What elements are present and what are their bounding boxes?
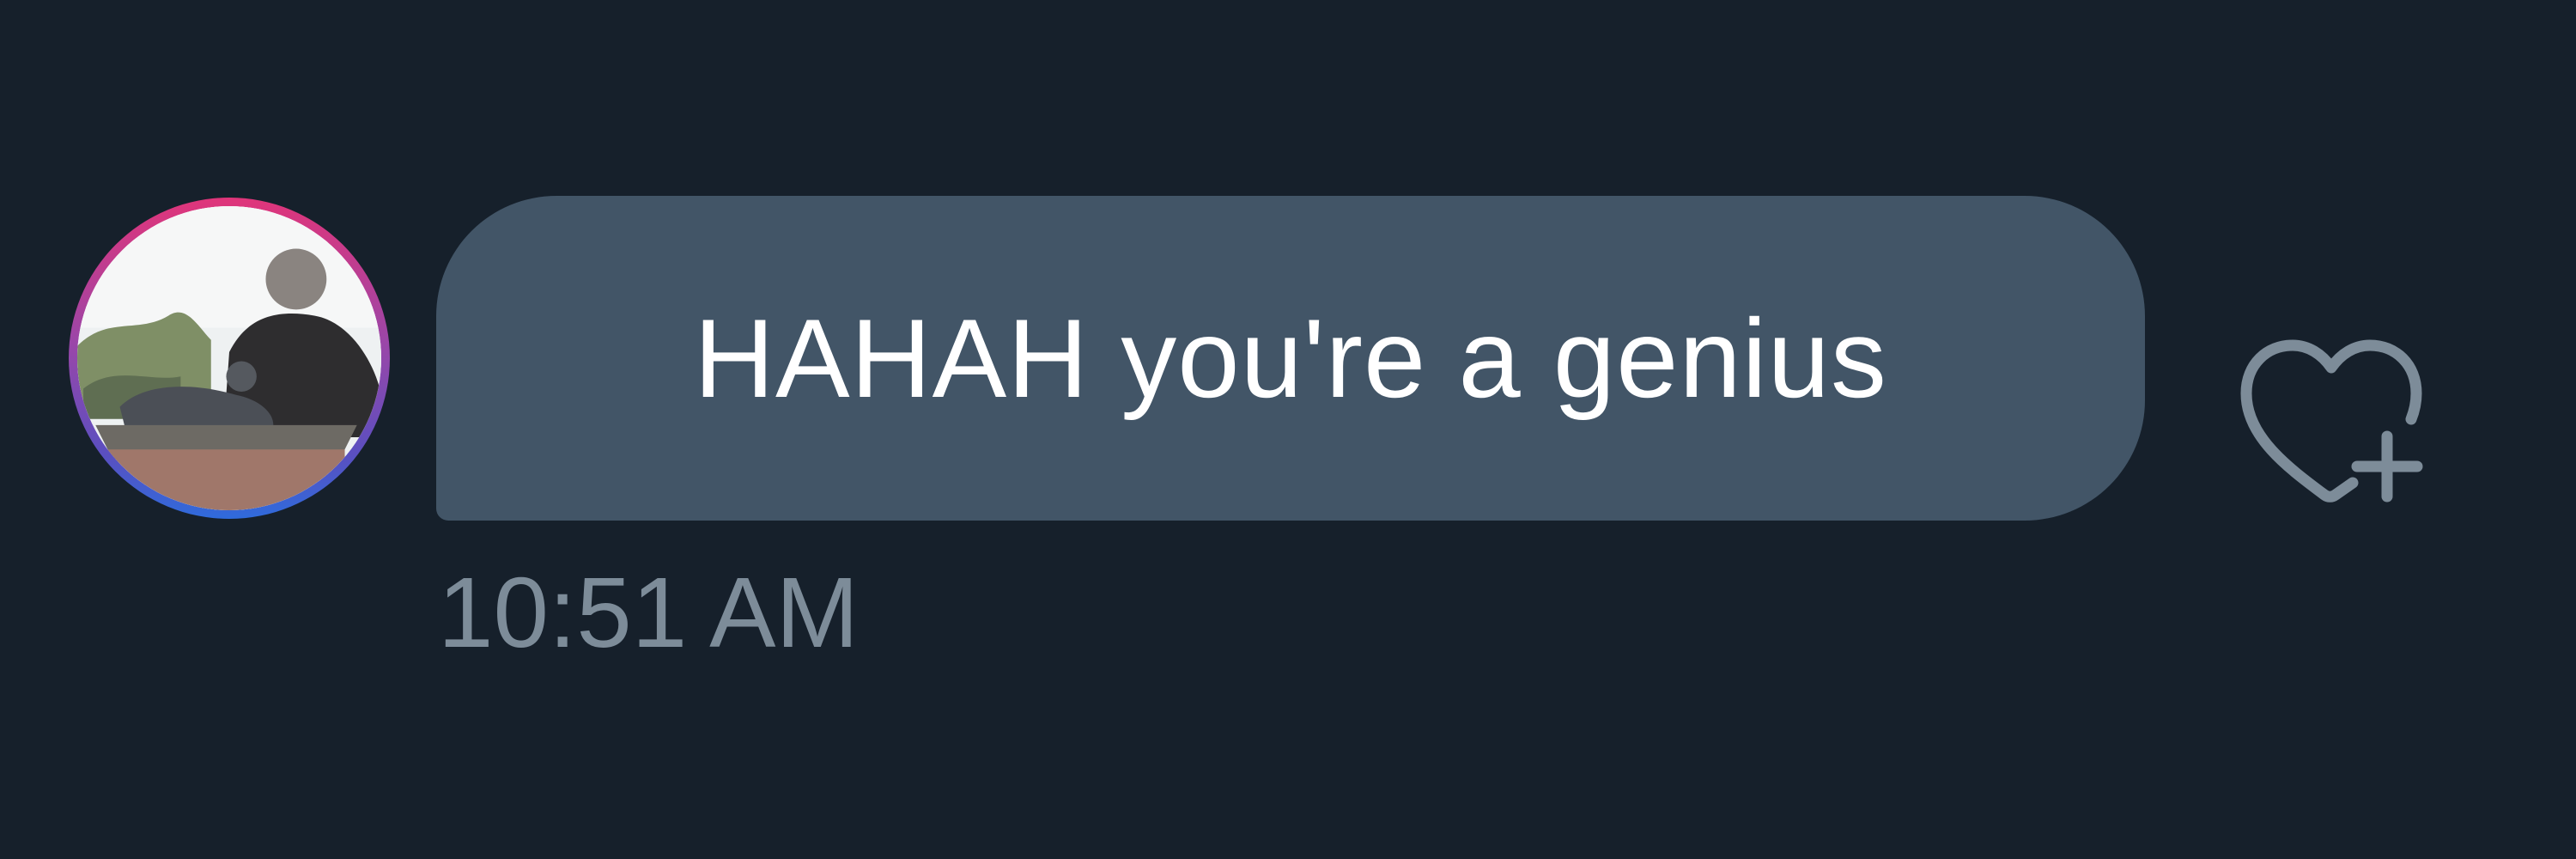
heart-plus-icon [2240, 339, 2423, 503]
avatar-photo [77, 206, 381, 510]
dm-conversation: HAHAH you're a genius 10:51 AM [0, 0, 2576, 859]
message-text: HAHAH you're a genius [694, 295, 1887, 421]
avatar[interactable] [69, 198, 390, 519]
message-timestamp: 10:51 AM [438, 557, 860, 668]
message-bubble[interactable]: HAHAH you're a genius [436, 196, 2145, 521]
add-reaction-button[interactable] [2224, 326, 2439, 507]
